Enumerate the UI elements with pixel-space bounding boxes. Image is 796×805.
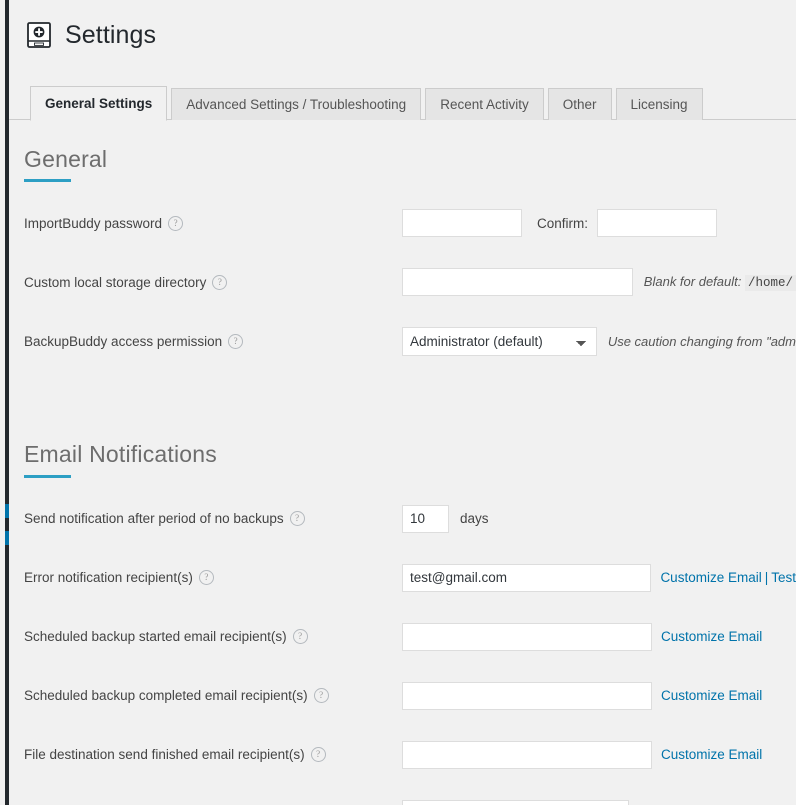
tab-label: Advanced Settings / Troubleshooting xyxy=(186,97,407,112)
error-notification-recipients-input[interactable] xyxy=(402,563,652,592)
row-error-notification-recipients: Error notification recipient(s) ? Custom… xyxy=(24,563,796,593)
storage-directory-hint: Blank for default: /home/ xyxy=(643,274,796,292)
row-controls: Blank for default: contact@ xyxy=(402,799,796,805)
help-icon[interactable]: ? xyxy=(212,274,228,290)
row-controls: Confirm: xyxy=(402,209,796,238)
label-text: BackupBuddy access permission xyxy=(24,333,223,349)
row-label: ImportBuddy password ? xyxy=(24,215,402,231)
test-email-link[interactable]: Test xyxy=(771,570,796,585)
row-scheduled-backup-started-recipients: Scheduled backup started email recipient… xyxy=(24,622,796,652)
label-text: Scheduled backup started email recipient… xyxy=(24,629,287,645)
row-no-backup-period: Send notification after period of no bac… xyxy=(24,504,796,534)
section-email-title: Email Notifications xyxy=(24,441,217,468)
row-importbuddy-password: ImportBuddy password ? Confirm: xyxy=(24,208,796,238)
custom-local-storage-directory-input[interactable] xyxy=(402,268,633,297)
help-icon[interactable]: ? xyxy=(289,511,305,527)
file-destination-finished-recipients-input[interactable] xyxy=(402,740,652,769)
label-text: Send notification after period of no bac… xyxy=(24,511,284,527)
row-controls: Customize Email xyxy=(402,681,796,710)
help-icon[interactable]: ? xyxy=(313,688,329,704)
label-text: Custom local storage directory xyxy=(24,274,207,290)
settings-tab-strip: General Settings Advanced Settings / Tro… xyxy=(9,85,796,121)
no-backup-period-input[interactable] xyxy=(402,504,449,533)
label-text: ImportBuddy password xyxy=(24,215,163,231)
error-recipients-links: Customize Email | Test xyxy=(660,570,796,585)
hint-prefix: Blank for default: xyxy=(643,274,742,290)
row-file-destination-finished-recipients: File destination send finished email rec… xyxy=(24,740,796,770)
page-title: Settings xyxy=(65,20,157,49)
customize-email-link[interactable]: Customize Email xyxy=(661,688,762,703)
tab-advanced-settings-troubleshooting[interactable]: Advanced Settings / Troubleshooting xyxy=(171,88,422,120)
row-controls: Customize Email xyxy=(402,622,796,651)
access-permission-select[interactable]: Administrator (default) xyxy=(402,326,597,356)
label-text: File destination send finished email rec… xyxy=(24,747,305,763)
help-icon[interactable]: ? xyxy=(168,215,184,231)
help-icon[interactable]: ? xyxy=(228,333,244,349)
backup-drive-icon xyxy=(24,20,54,50)
general-rows: ImportBuddy password ? Confirm: Custom l… xyxy=(24,208,796,356)
section-general-title: General xyxy=(24,146,108,172)
settings-content: General ImportBuddy password ? Confirm: xyxy=(9,120,796,805)
tab-label: Other xyxy=(562,97,597,112)
tab-recent-activity[interactable]: Recent Activity xyxy=(425,88,544,120)
section-email-underline xyxy=(24,474,71,478)
help-icon[interactable]: ? xyxy=(198,570,214,586)
row-controls: Customize Email|Test xyxy=(402,563,796,592)
settings-page: Settings General Settings Advanced Setti… xyxy=(9,0,796,805)
tab-label: General Settings xyxy=(45,96,153,111)
access-permission-hint: Use caution changing from "adm xyxy=(607,333,796,349)
row-label: Send notification after period of no bac… xyxy=(24,511,402,527)
row-controls: days xyxy=(402,504,796,533)
label-text: Error notification recipient(s) xyxy=(24,570,193,586)
hint-path-code: /home/ xyxy=(744,275,796,292)
email-return-address-input[interactable] xyxy=(402,799,629,805)
started-recipients-links: Customize Email xyxy=(661,629,762,644)
tab-licensing[interactable]: Licensing xyxy=(615,88,703,120)
label-text: Scheduled backup completed email recipie… xyxy=(24,688,308,704)
row-label: Error notification recipient(s) ? xyxy=(24,570,402,586)
customize-email-link[interactable]: Customize Email xyxy=(661,629,762,644)
scheduled-backup-started-recipients-input[interactable] xyxy=(402,622,652,651)
admin-menu-rail xyxy=(0,0,9,805)
completed-recipients-links: Customize Email xyxy=(661,688,762,703)
tab-label: Licensing xyxy=(630,97,688,112)
section-general: General ImportBuddy password ? Confirm: xyxy=(24,120,796,356)
scheduled-backup-completed-recipients-input[interactable] xyxy=(402,681,652,710)
file-destination-recipients-links: Customize Email xyxy=(661,747,762,762)
help-icon[interactable]: ? xyxy=(310,747,326,763)
confirm-label: Confirm: xyxy=(537,215,589,231)
row-label: File destination send finished email rec… xyxy=(24,747,402,763)
tab-general-settings[interactable]: General Settings xyxy=(30,86,168,121)
tab-other[interactable]: Other xyxy=(547,88,612,120)
section-email-notifications: Email Notifications Send notification af… xyxy=(24,385,796,805)
link-separator: | xyxy=(764,570,769,586)
row-label: Scheduled backup started email recipient… xyxy=(24,629,402,645)
row-backupbuddy-access-permission: BackupBuddy access permission ? Administ… xyxy=(24,326,796,356)
customize-email-link[interactable]: Customize Email xyxy=(661,747,762,762)
row-controls: Administrator (default) Use caution chan… xyxy=(402,326,796,356)
importbuddy-password-input[interactable] xyxy=(402,209,522,238)
section-general-underline xyxy=(24,179,71,183)
days-unit-label: days xyxy=(460,511,489,527)
importbuddy-password-confirm-input[interactable] xyxy=(597,209,718,238)
row-custom-local-storage-directory: Custom local storage directory ? Blank f… xyxy=(24,267,796,297)
row-controls: Blank for default: /home/ xyxy=(402,268,796,297)
email-rows: Send notification after period of no bac… xyxy=(24,504,796,805)
row-label: Scheduled backup completed email recipie… xyxy=(24,688,402,704)
row-label: BackupBuddy access permission ? xyxy=(24,333,402,349)
row-scheduled-backup-completed-recipients: Scheduled backup completed email recipie… xyxy=(24,681,796,711)
customize-email-link[interactable]: Customize Email xyxy=(660,570,761,585)
page-header: Settings xyxy=(9,0,796,52)
tab-label: Recent Activity xyxy=(440,97,529,112)
help-icon[interactable]: ? xyxy=(292,629,308,645)
row-email-return-address: Email return address ? Blank for default… xyxy=(24,799,796,805)
row-controls: Customize Email xyxy=(402,740,796,769)
row-label: Custom local storage directory ? xyxy=(24,274,402,290)
